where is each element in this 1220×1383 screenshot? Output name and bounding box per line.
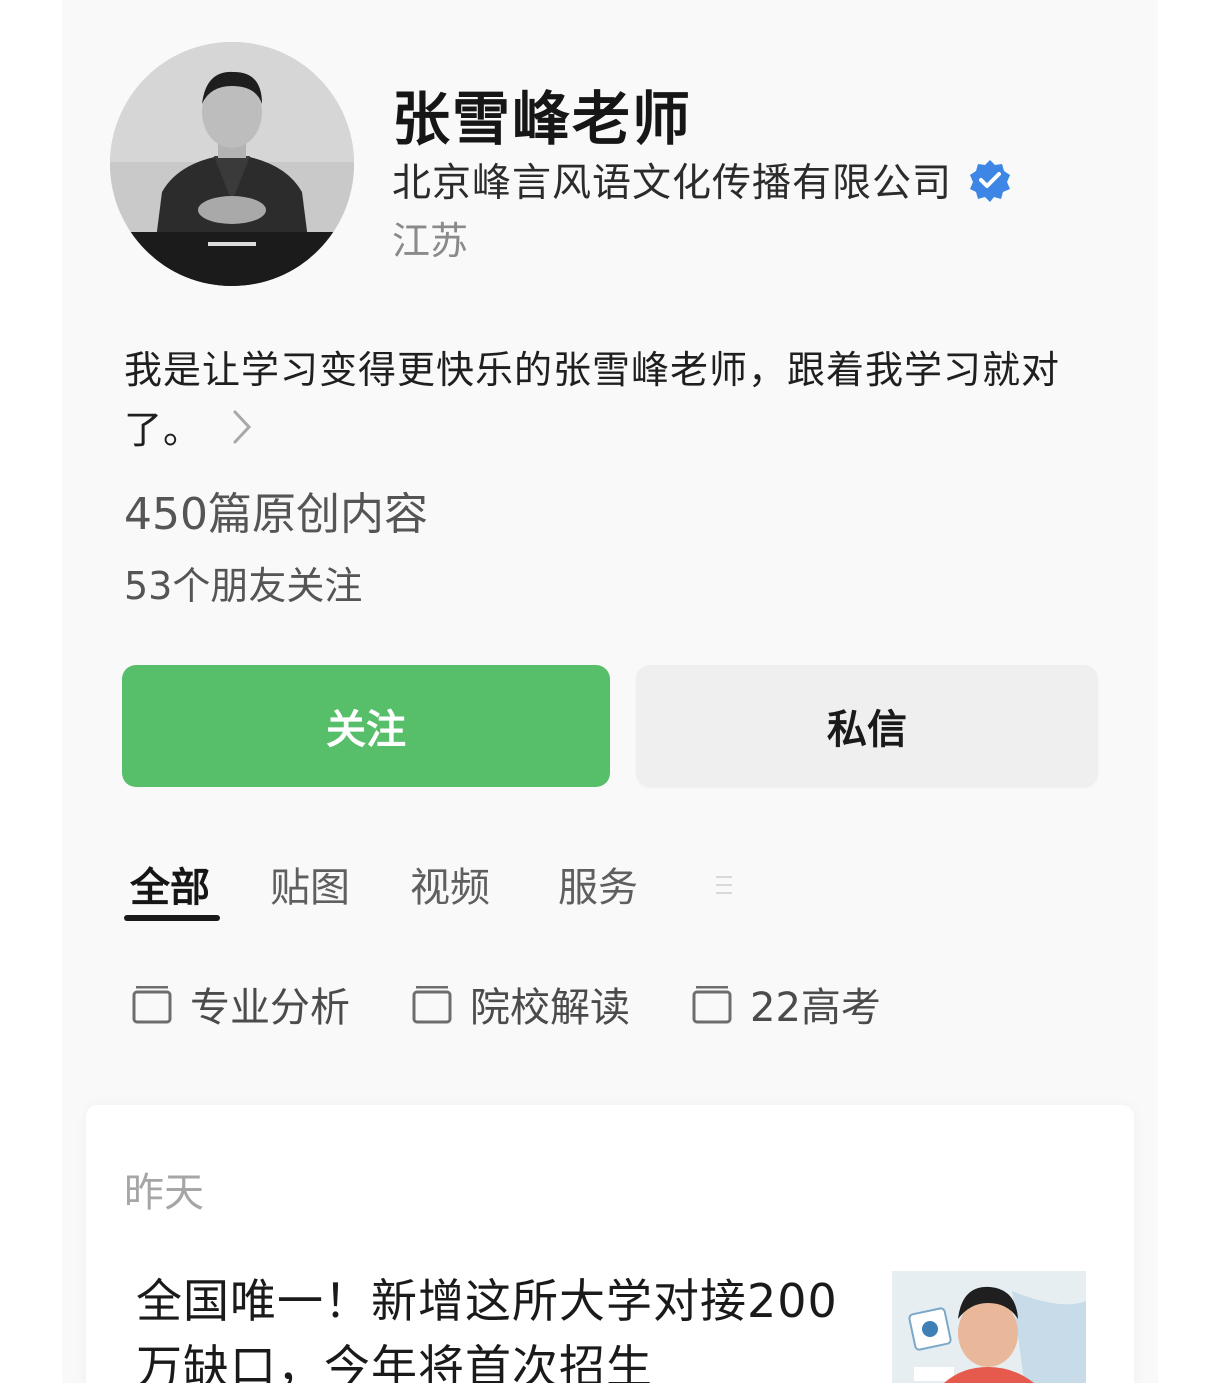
bio[interactable]: 我是让学习变得更快乐的张雪峰老师，跟着我学习就对了。: [124, 340, 1104, 462]
active-tab-indicator: [124, 915, 220, 921]
profile-page: 张雪峰老师 北京峰言风语文化传播有限公司 江苏 我是让学习变得更快乐的张雪峰老师…: [62, 0, 1158, 1383]
original-content-count: 450篇原创内容: [124, 489, 428, 540]
content-tabs: 全部 贴图 视频 服务: [124, 855, 1124, 927]
verified-badge-icon: [968, 158, 1012, 202]
company-row: 北京峰言风语文化传播有限公司: [392, 152, 1012, 208]
avatar[interactable]: [110, 42, 354, 286]
tab-all[interactable]: 全部: [130, 855, 210, 913]
bio-text: 我是让学习变得更快乐的张雪峰老师，跟着我学习就对了。: [124, 348, 1061, 452]
feed-card: 昨天 全国唯一！新增这所大学对接200万缺口，今年将首次招生: [86, 1105, 1134, 1383]
collection-item[interactable]: 专业分析: [132, 975, 350, 1033]
collection-label: 院校解读: [470, 985, 630, 1031]
follow-button[interactable]: 关注: [122, 665, 610, 787]
message-button[interactable]: 私信: [636, 665, 1098, 787]
article-thumbnail[interactable]: [892, 1271, 1086, 1383]
collection-item[interactable]: 院校解读: [412, 975, 630, 1033]
folder-icon: [412, 986, 452, 1024]
friends-following-count[interactable]: 53个朋友关注: [124, 555, 362, 610]
collection-item[interactable]: 22高考: [692, 975, 881, 1033]
collection-label: 专业分析: [190, 985, 350, 1031]
collections-row: 专业分析 院校解读 22高考: [132, 975, 1132, 1035]
tab-images[interactable]: 贴图: [270, 855, 350, 913]
profile-name: 张雪峰老师: [392, 85, 693, 153]
company-name: 北京峰言风语文化传播有限公司: [392, 161, 953, 206]
region: 江苏: [392, 219, 469, 263]
avatar-image: [110, 42, 354, 286]
feed-date: 昨天: [124, 1170, 204, 1216]
folder-icon: [132, 986, 172, 1024]
folder-icon: [692, 986, 732, 1024]
chevron-right-icon[interactable]: [232, 402, 252, 462]
tab-videos[interactable]: 视频: [410, 855, 490, 913]
tab-services[interactable]: 服务: [558, 855, 638, 913]
collection-label: 22高考: [750, 985, 881, 1031]
article-title[interactable]: 全国唯一！新增这所大学对接200万缺口，今年将首次招生: [136, 1268, 876, 1383]
more-menu-icon[interactable]: [714, 873, 734, 897]
